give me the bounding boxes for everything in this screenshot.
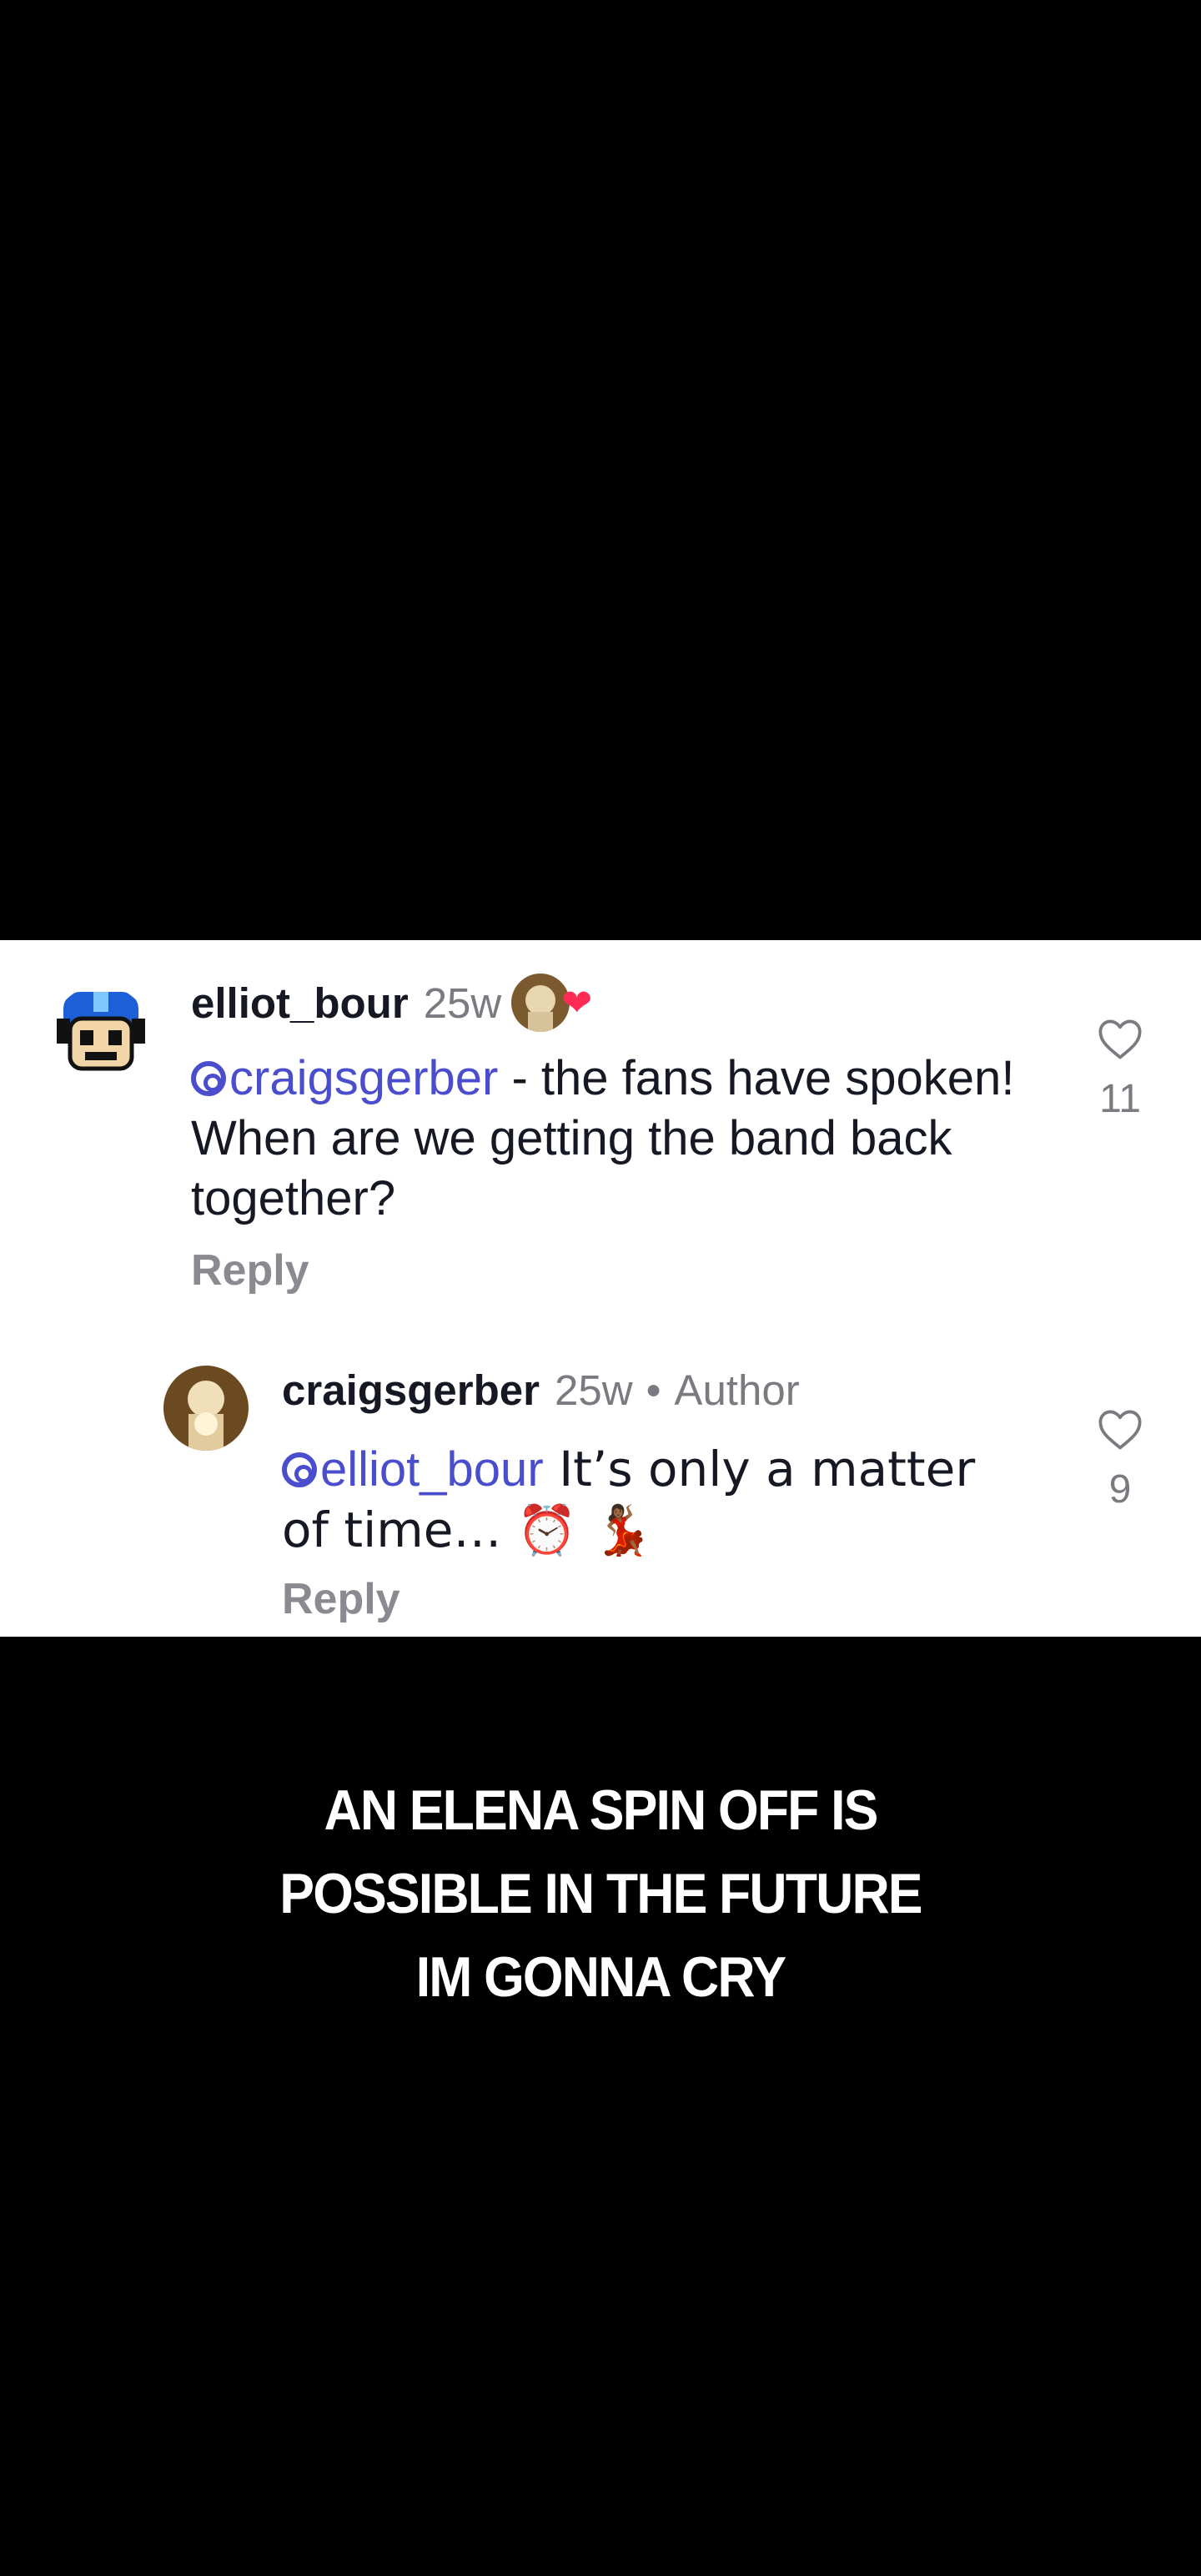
- username[interactable]: elliot_bour: [191, 979, 409, 1028]
- avatar-craigsgerber[interactable]: [163, 1366, 249, 1451]
- mention-link[interactable]: elliot_bour: [282, 1442, 544, 1497]
- comment-text: craigsgerber - the fans have spoken! Whe…: [191, 1051, 1015, 1225]
- comment-header: craigsgerber 25w • Author: [282, 1366, 800, 1415]
- heart-filled-icon: ❤: [561, 982, 593, 1024]
- threads-icon: [191, 1061, 226, 1096]
- caption-line: IM GONNA CRY: [415, 1945, 786, 2009]
- like-count: 9: [1108, 1467, 1132, 1512]
- like-count: 11: [1099, 1077, 1141, 1121]
- caption-line: POSSIBLE IN THE FUTURE: [279, 1862, 922, 1925]
- comments-panel: elliot_bour 25w ❤ craigsgerber - the fan…: [0, 940, 1201, 1637]
- heart-outline-icon: [1098, 1410, 1142, 1450]
- reply-button[interactable]: Reply: [191, 1245, 309, 1296]
- username[interactable]: craigsgerber: [282, 1366, 540, 1415]
- heart-outline-icon: [1098, 1019, 1142, 1059]
- reply-button[interactable]: Reply: [282, 1574, 400, 1624]
- caption-line: AN ELENA SPIN OFF IS: [324, 1779, 878, 1842]
- timestamp: 25w: [555, 1366, 633, 1414]
- author-badge: Author: [674, 1366, 800, 1414]
- avatar-elliot-bour[interactable]: [52, 985, 150, 1084]
- threads-icon: [282, 1452, 317, 1487]
- video-caption: AN ELENA SPIN OFF IS POSSIBLE IN THE FUT…: [48, 1768, 1153, 2019]
- comment-text: elliot_bour It’s only a matter of time… …: [282, 1441, 976, 1558]
- mention-link[interactable]: craigsgerber: [191, 1051, 498, 1105]
- separator-dot: •: [646, 1366, 661, 1414]
- like-button[interactable]: 11: [1083, 1017, 1158, 1122]
- comment-header: elliot_bour 25w ❤: [191, 974, 592, 1032]
- like-button[interactable]: 9: [1083, 1407, 1158, 1512]
- timestamp: 25w: [423, 979, 502, 1027]
